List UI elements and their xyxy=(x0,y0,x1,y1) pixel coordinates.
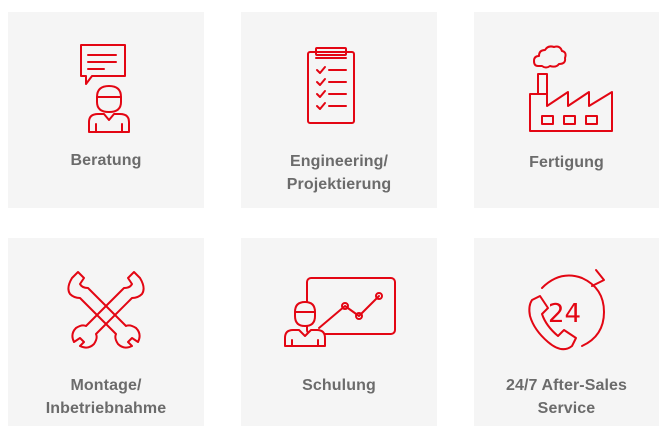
service-label-line: Schulung xyxy=(302,377,376,394)
service-label-line: Beratung xyxy=(70,152,142,169)
service-label-line: Service xyxy=(537,400,596,417)
service-tile-montage[interactable]: Montage/ Inbetriebnahme xyxy=(8,238,204,426)
24-7-phone-icon: 24 xyxy=(520,266,610,358)
presentation-training-icon xyxy=(283,276,399,348)
service-label: 24/7 After-Sales Service xyxy=(474,374,659,420)
wrench-tools-icon xyxy=(66,266,146,350)
consultation-icon xyxy=(78,42,136,134)
service-tile-engineering[interactable]: Engineering/ Projektierung xyxy=(241,12,437,208)
service-tile-schulung[interactable]: Schulung xyxy=(241,238,437,426)
service-label-line: Engineering/ xyxy=(289,153,389,170)
service-label-line: Fertigung xyxy=(529,154,604,171)
service-label: Beratung xyxy=(8,149,204,172)
service-tile-fertigung[interactable]: Fertigung xyxy=(474,12,659,208)
service-label: Schulung xyxy=(241,374,437,397)
service-label-line: 24/7 After-Sales xyxy=(505,377,628,394)
service-label-line: Projektierung xyxy=(286,176,392,193)
checklist-clipboard-icon xyxy=(305,46,357,126)
service-label: Fertigung xyxy=(474,151,659,174)
service-label: Montage/ Inbetriebnahme xyxy=(8,374,204,420)
service-label-line: Inbetriebnahme xyxy=(45,400,167,417)
service-label-line: Montage/ xyxy=(70,377,142,394)
service-tile-after-sales[interactable]: 24 24/7 After-Sales Service xyxy=(474,238,659,426)
factory-icon xyxy=(526,40,616,134)
service-tile-beratung[interactable]: Beratung xyxy=(8,12,204,208)
service-label: Engineering/ Projektierung xyxy=(241,150,437,196)
icon-text-24: 24 xyxy=(548,299,581,329)
